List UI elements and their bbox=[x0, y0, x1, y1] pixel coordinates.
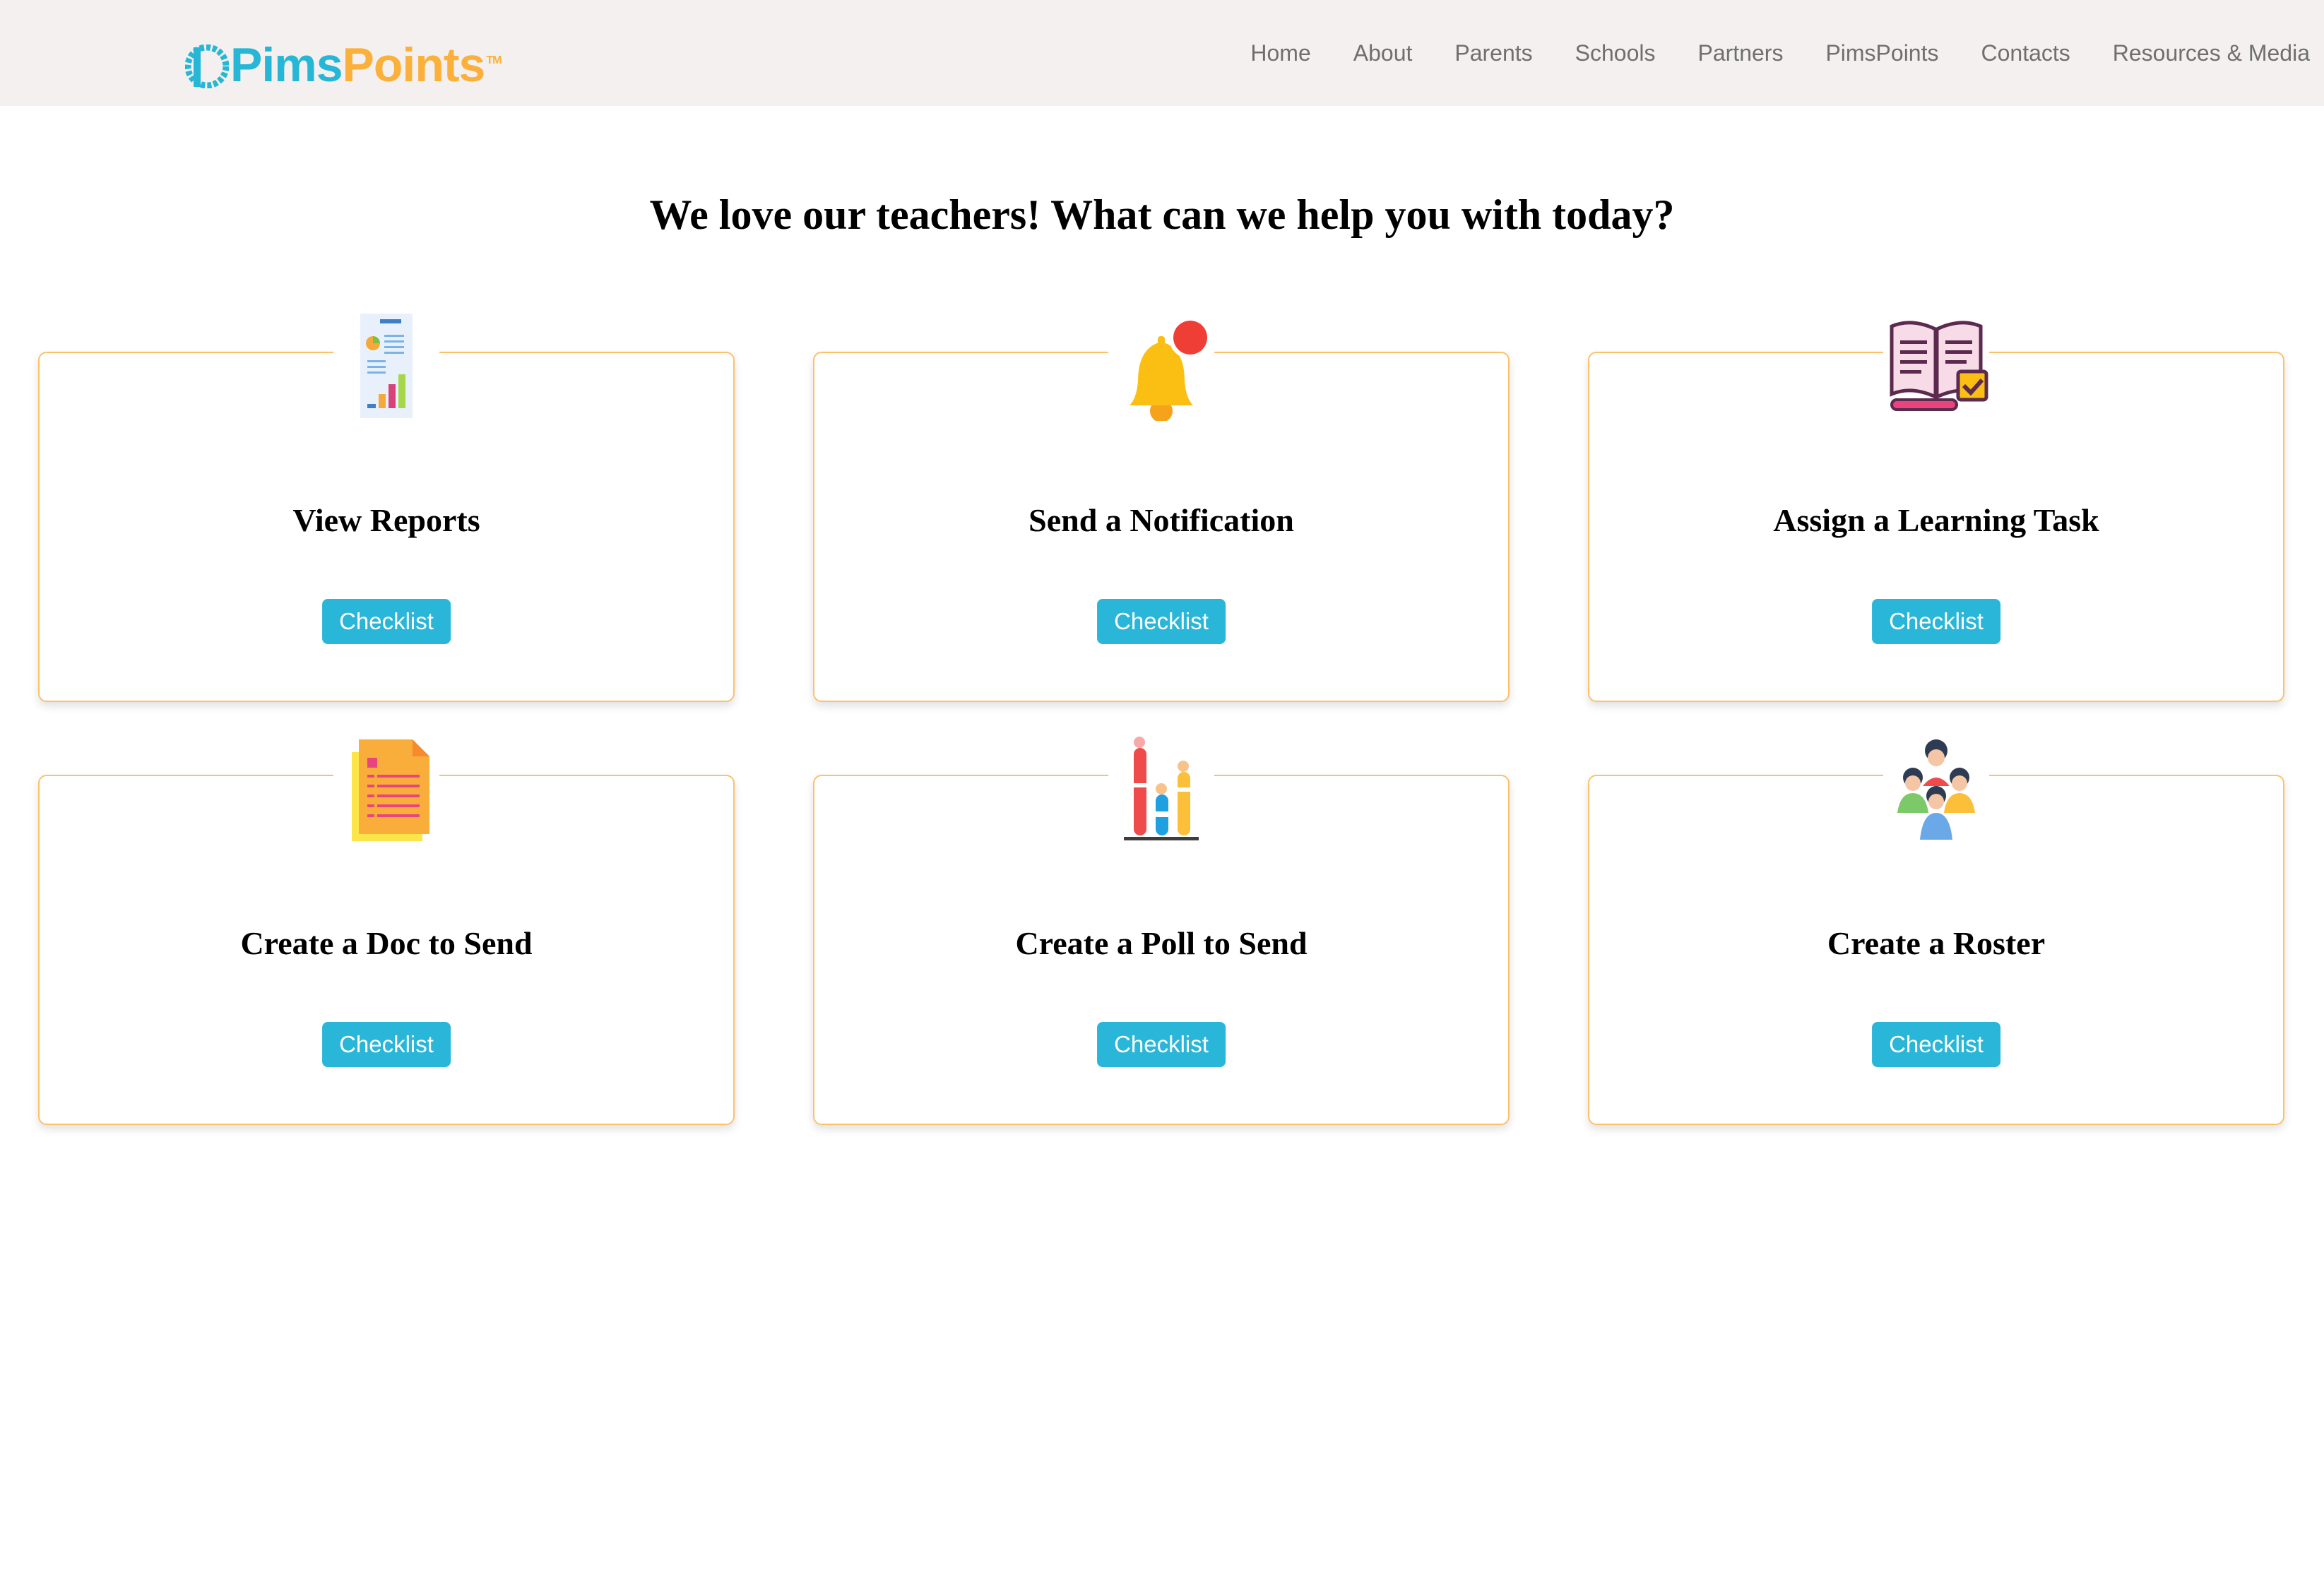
checklist-button[interactable]: Checklist bbox=[322, 599, 451, 644]
logo-mark-icon bbox=[184, 44, 230, 89]
nav-partners[interactable]: Partners bbox=[1698, 42, 1784, 64]
checklist-button[interactable]: Checklist bbox=[322, 1022, 451, 1067]
card-create-doc: Create a Doc to Send Checklist bbox=[38, 734, 735, 1125]
site-header: Pims Points TM Home About Parents Schools … bbox=[0, 0, 2324, 106]
card-create-poll: Create a Poll to Send Checklist bbox=[813, 734, 1510, 1125]
logo-trademark: TM bbox=[486, 54, 502, 66]
logo-text-points: Points bbox=[342, 38, 486, 92]
document-icon bbox=[333, 734, 439, 844]
nav-pimspoints[interactable]: PimsPoints bbox=[1825, 42, 1938, 64]
open-book-task-icon bbox=[1883, 311, 1989, 421]
logo-text-pims: Pims bbox=[230, 38, 343, 92]
poll-chart-icon bbox=[1108, 734, 1214, 844]
card-view-reports: View Reports Checklist bbox=[38, 311, 735, 702]
card-title: Assign a Learning Task bbox=[1773, 502, 2099, 538]
pimspoints-logo[interactable]: Pims Points TM bbox=[184, 37, 502, 100]
nav-resources-media[interactable]: Resources & Media bbox=[2113, 42, 2310, 64]
checklist-button[interactable]: Checklist bbox=[1872, 1022, 2000, 1067]
card-title: Create a Poll to Send bbox=[1015, 925, 1308, 961]
page-headline: We love our teachers! What can we help y… bbox=[649, 191, 1675, 238]
nav-home[interactable]: Home bbox=[1250, 42, 1310, 64]
report-icon bbox=[333, 311, 439, 421]
nav-parents[interactable]: Parents bbox=[1454, 42, 1532, 64]
group-people-icon bbox=[1883, 734, 1989, 844]
main-nav: Home About Parents Schools Partners Pims… bbox=[1208, 0, 2310, 106]
card-assign-learning-task: Assign a Learning Task Checklist bbox=[1588, 311, 2284, 702]
nav-about[interactable]: About bbox=[1353, 42, 1413, 64]
checklist-button[interactable]: Checklist bbox=[1097, 599, 1226, 644]
checklist-button[interactable]: Checklist bbox=[1097, 1022, 1226, 1067]
nav-contacts[interactable]: Contacts bbox=[1981, 42, 2070, 64]
card-title: Send a Notification bbox=[1028, 502, 1294, 538]
card-title: Create a Doc to Send bbox=[240, 925, 533, 961]
card-title: View Reports bbox=[292, 502, 480, 538]
card-send-notification: Send a Notification Checklist bbox=[813, 311, 1510, 702]
checklist-button[interactable]: Checklist bbox=[1872, 599, 2000, 644]
card-title: Create a Roster bbox=[1827, 925, 2046, 961]
nav-schools[interactable]: Schools bbox=[1575, 42, 1656, 64]
bell-notification-icon bbox=[1108, 311, 1214, 421]
card-create-roster: Create a Roster Checklist bbox=[1588, 734, 2284, 1125]
